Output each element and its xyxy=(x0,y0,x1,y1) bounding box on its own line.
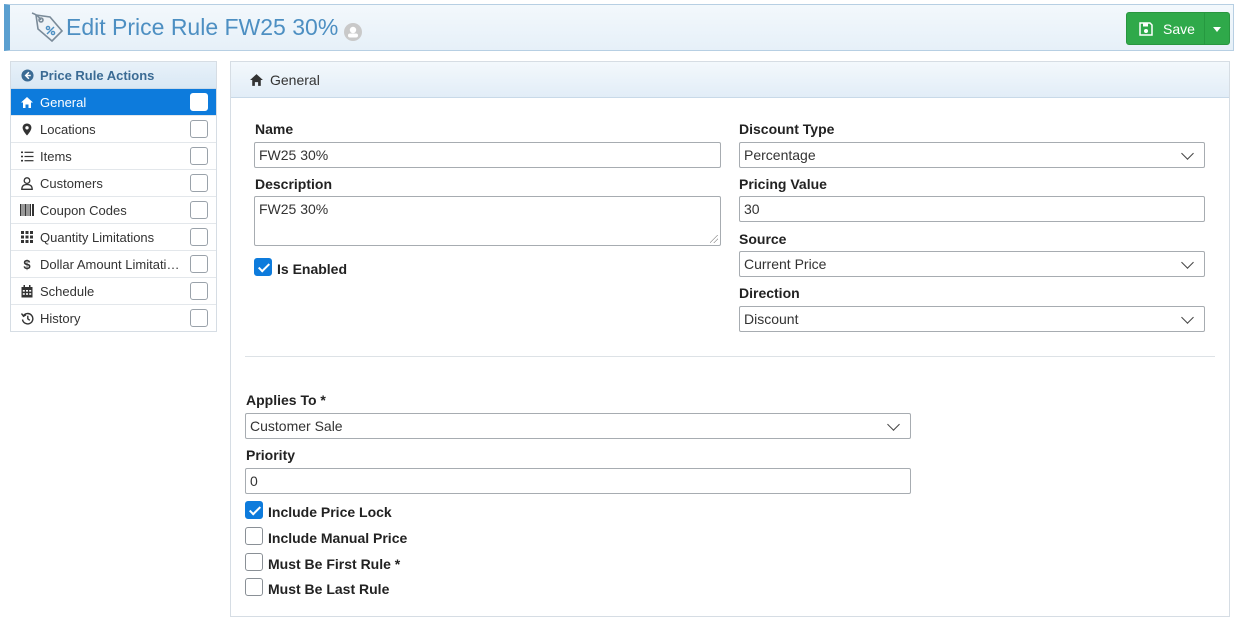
sidebar-item-label: Customers xyxy=(40,175,103,191)
map-pin-icon xyxy=(20,122,34,136)
chevron-down-icon xyxy=(1181,256,1194,269)
sidebar-item-quantity-limitations[interactable]: Quantity Limitations xyxy=(11,224,216,251)
sidebar-item-checkbox[interactable] xyxy=(190,228,208,246)
sidebar-header[interactable]: Price Rule Actions xyxy=(11,62,216,89)
sidebar-item-checkbox[interactable] xyxy=(190,201,208,219)
caret-down-icon[interactable] xyxy=(1213,27,1221,32)
sidebar-item-label: Coupon Codes xyxy=(40,202,127,218)
pricing-value-label: Pricing Value xyxy=(739,176,827,192)
page-title: Edit Price Rule FW25 30% xyxy=(66,14,339,40)
sidebar-item-label: Quantity Limitations xyxy=(40,229,155,245)
pricing-value-input[interactable]: 30 xyxy=(739,196,1205,222)
name-label: Name xyxy=(255,121,294,137)
name-input-value: FW25 30% xyxy=(259,147,329,163)
sidebar-item-checkbox[interactable] xyxy=(190,255,208,273)
chevron-down-icon xyxy=(887,418,900,431)
sidebar: Price Rule Actions General Locations Ite… xyxy=(10,61,217,332)
sidebar-item-checkbox[interactable] xyxy=(190,309,208,327)
is-enabled-label: Is Enabled xyxy=(277,261,348,277)
calendar-icon xyxy=(20,284,34,298)
price-tag-icon xyxy=(31,12,64,43)
sidebar-item-customers[interactable]: Customers xyxy=(11,170,216,197)
include-price-lock-label: Include Price Lock xyxy=(268,504,392,520)
dollar-icon: $ xyxy=(23,256,31,272)
priority-value: 0 xyxy=(250,473,258,489)
owner-icon[interactable] xyxy=(343,22,363,42)
sidebar-item-items[interactable]: Items xyxy=(11,143,216,170)
applies-to-label: Applies To * xyxy=(246,392,326,408)
sidebar-item-coupon-codes[interactable]: Coupon Codes xyxy=(11,197,216,224)
direction-select[interactable]: Discount xyxy=(739,306,1205,332)
sidebar-item-label: General xyxy=(40,94,87,110)
must-be-first-rule-checkbox[interactable] xyxy=(245,553,263,571)
source-value: Current Price xyxy=(744,256,827,272)
source-select[interactable]: Current Price xyxy=(739,251,1205,277)
floppy-disk-icon xyxy=(1139,22,1153,36)
description-textarea[interactable]: FW25 30% xyxy=(254,196,721,246)
barcode-icon xyxy=(20,203,34,217)
grid-icon xyxy=(20,230,34,244)
save-button[interactable]: Save xyxy=(1126,12,1230,45)
description-value: FW25 30% xyxy=(259,201,329,217)
panel-header: General xyxy=(231,62,1229,98)
history-icon xyxy=(20,312,34,326)
sidebar-item-label: Schedule xyxy=(40,283,95,299)
description-label: Description xyxy=(255,176,333,192)
include-manual-price-checkbox[interactable] xyxy=(245,527,263,545)
sidebar-item-locations[interactable]: Locations xyxy=(11,116,216,143)
applies-to-value: Customer Sale xyxy=(250,418,343,434)
discount-type-label: Discount Type xyxy=(739,121,835,137)
home-icon xyxy=(20,95,34,109)
include-price-lock-checkbox[interactable] xyxy=(245,501,263,519)
sidebar-item-dollar-amount-limitations[interactable]: $ Dollar Amount Limitations xyxy=(11,251,216,278)
section-divider xyxy=(245,356,1215,357)
source-label: Source xyxy=(739,231,787,247)
pricing-value-value: 30 xyxy=(744,201,760,217)
must-be-last-rule-label: Must Be Last Rule xyxy=(268,581,390,597)
arrow-circle-left-icon xyxy=(21,68,34,82)
name-input[interactable]: FW25 30% xyxy=(254,142,721,168)
general-panel: General Name FW25 30% Description FW25 3… xyxy=(230,61,1230,617)
sidebar-item-checkbox[interactable] xyxy=(190,174,208,192)
sidebar-item-history[interactable]: History xyxy=(11,305,216,332)
user-icon xyxy=(20,176,34,190)
must-be-first-rule-label: Must Be First Rule * xyxy=(268,556,401,572)
home-icon xyxy=(250,73,263,86)
sidebar-item-label: History xyxy=(40,311,81,326)
sidebar-item-checkbox[interactable] xyxy=(190,93,208,111)
list-icon xyxy=(20,149,34,163)
chevron-down-icon xyxy=(1181,311,1194,324)
sidebar-item-label: Items xyxy=(40,148,72,164)
sidebar-item-label: Locations xyxy=(40,121,96,137)
sidebar-item-checkbox[interactable] xyxy=(190,147,208,165)
resize-grip-icon[interactable] xyxy=(710,235,718,243)
direction-value: Discount xyxy=(744,311,799,327)
applies-to-select[interactable]: Customer Sale xyxy=(245,413,911,439)
include-manual-price-label: Include Manual Price xyxy=(268,530,408,546)
sidebar-item-general[interactable]: General xyxy=(11,89,216,116)
is-enabled-checkbox[interactable] xyxy=(254,258,272,276)
priority-label: Priority xyxy=(246,447,296,463)
save-button-divider xyxy=(1204,13,1205,44)
discount-type-value: Percentage xyxy=(744,147,816,163)
sidebar-item-checkbox[interactable] xyxy=(190,120,208,138)
save-button-label: Save xyxy=(1163,21,1195,37)
sidebar-title: Price Rule Actions xyxy=(40,67,155,83)
discount-type-select[interactable]: Percentage xyxy=(739,142,1205,168)
page-header: Edit Price Rule FW25 30% Save xyxy=(4,4,1234,51)
direction-label: Direction xyxy=(739,285,800,301)
chevron-down-icon xyxy=(1181,147,1194,160)
priority-input[interactable]: 0 xyxy=(245,468,911,494)
must-be-last-rule-checkbox[interactable] xyxy=(245,578,263,596)
sidebar-item-label: Dollar Amount Limitations xyxy=(40,256,184,272)
sidebar-item-schedule[interactable]: Schedule xyxy=(11,278,216,305)
sidebar-item-checkbox[interactable] xyxy=(190,282,208,300)
panel-title: General xyxy=(270,71,320,88)
